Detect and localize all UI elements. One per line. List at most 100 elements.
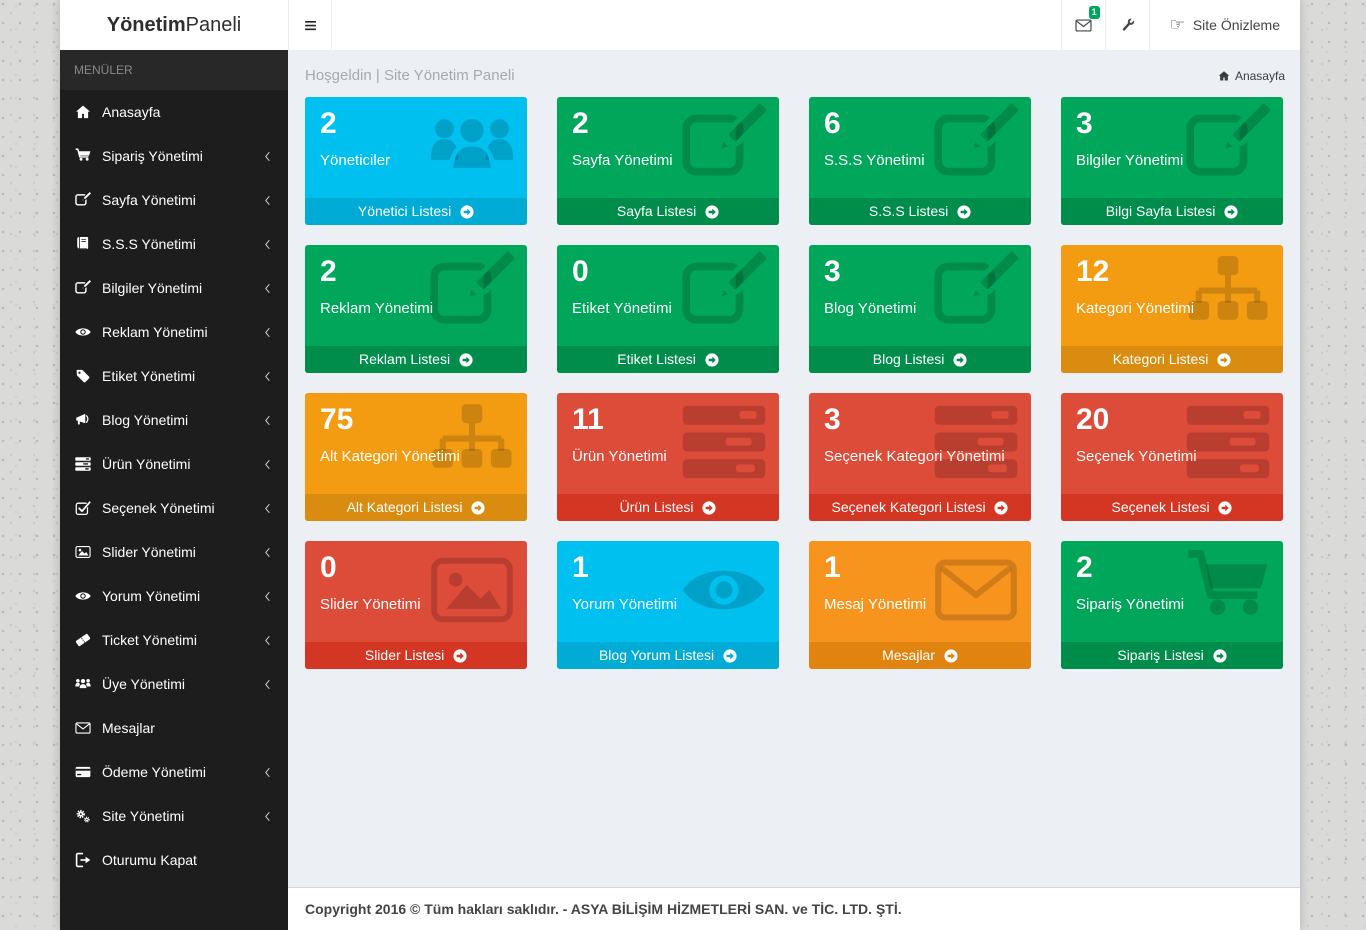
chevron-left-icon — [262, 195, 273, 206]
info-box-footer-link[interactable]: Sipariş Listesi — [1061, 642, 1283, 669]
sidebar-item[interactable]: Sayfa Yönetimi — [60, 178, 288, 222]
sidebar-item[interactable]: Site Yönetimi — [60, 794, 288, 838]
info-box-footer-link[interactable]: Sayfa Listesi — [557, 198, 779, 225]
sidebar-item-label: Etiket Yönetimi — [102, 368, 195, 384]
info-box-footer-link[interactable]: Bilgi Sayfa Listesi — [1061, 198, 1283, 225]
chevron-left-icon — [262, 239, 273, 250]
info-box-footer-label: Yönetici Listesi — [358, 203, 451, 219]
main-content: Hoşgeldin | Site Yönetim Paneli Anasayfa… — [288, 50, 1300, 930]
info-box-footer-label: S.S.S Listesi — [869, 203, 948, 219]
sidebar-item[interactable]: Etiket Yönetimi — [60, 354, 288, 398]
chevron-left-icon — [262, 503, 273, 514]
circle-arrow-right-icon — [460, 205, 474, 219]
info-box-label: Seçenek Yönetimi — [1076, 448, 1268, 465]
sidebar-item-label: Reklam Yönetimi — [102, 324, 208, 340]
settings-nav-button[interactable] — [1105, 0, 1149, 50]
info-box-footer-link[interactable]: Yönetici Listesi — [305, 198, 527, 225]
info-box-label: Reklam Yönetimi — [320, 300, 512, 317]
eye-icon — [75, 324, 91, 340]
info-box-count: 3 — [1076, 106, 1268, 142]
sidebar-item[interactable]: Oturumu Kapat — [60, 838, 288, 882]
info-box-label: Yorum Yönetimi — [572, 596, 764, 613]
info-box-footer-label: Sayfa Listesi — [617, 203, 696, 219]
site-preview-button[interactable]: ☞ Site Önizleme — [1149, 0, 1300, 50]
info-box-body: 6 S.S.S Yönetimi — [809, 97, 1031, 198]
sidebar-item[interactable]: Mesajlar — [60, 706, 288, 750]
sidebar-toggle-button[interactable] — [289, 0, 332, 50]
info-box-footer-link[interactable]: Alt Kategori Listesi — [305, 494, 527, 521]
info-box-footer-link[interactable]: Ürün Listesi — [557, 494, 779, 521]
sidebar-item[interactable]: Ürün Yönetimi — [60, 442, 288, 486]
info-box-label: Bilgiler Yönetimi — [1076, 152, 1268, 169]
circle-arrow-right-icon — [1218, 501, 1232, 515]
info-box-count: 3 — [824, 402, 1016, 438]
sidebar-item-label: Mesajlar — [102, 720, 155, 736]
info-box: 2 Yöneticiler Yönetici Listesi — [305, 97, 527, 225]
info-box-label: Seçenek Kategori Yönetimi — [824, 448, 1016, 465]
sidebar-item[interactable]: S.S.S Yönetimi — [60, 222, 288, 266]
circle-arrow-right-icon — [957, 205, 971, 219]
sidebar-item[interactable]: Slider Yönetimi — [60, 530, 288, 574]
sign-out-icon — [75, 852, 91, 868]
sidebar-item-label: Seçenek Yönetimi — [102, 500, 215, 516]
info-box: 0 Slider Yönetimi Slider Listesi — [305, 541, 527, 669]
sidebar-item[interactable]: Ödeme Yönetimi — [60, 750, 288, 794]
info-box-footer-link[interactable]: S.S.S Listesi — [809, 198, 1031, 225]
app-logo[interactable]: YönetimPaneli — [60, 0, 288, 50]
info-box-body: 2 Sayfa Yönetimi — [557, 97, 779, 198]
info-box-count: 12 — [1076, 254, 1268, 290]
sidebar-item[interactable]: Reklam Yönetimi — [60, 310, 288, 354]
chevron-left-icon — [262, 371, 273, 382]
info-box-footer-link[interactable]: Slider Listesi — [305, 642, 527, 669]
circle-arrow-right-icon — [702, 501, 716, 515]
info-box-label: Ürün Yönetimi — [572, 448, 764, 465]
info-box: 2 Sayfa Yönetimi Sayfa Listesi — [557, 97, 779, 225]
breadcrumb-home-link[interactable]: Anasayfa — [1218, 69, 1285, 83]
info-box-label: Yöneticiler — [320, 152, 512, 169]
info-box-footer-label: Blog Yorum Listesi — [599, 647, 714, 663]
info-box-footer-link[interactable]: Blog Listesi — [809, 346, 1031, 373]
page-footer: Copyright 2016 © Tüm hakları saklıdır. -… — [288, 887, 1300, 930]
sidebar-item[interactable]: Sipariş Yönetimi — [60, 134, 288, 178]
home-icon — [1218, 70, 1230, 82]
info-box-count: 20 — [1076, 402, 1268, 438]
info-box-count: 2 — [1076, 550, 1268, 586]
sidebar-item-label: Ödeme Yönetimi — [102, 764, 206, 780]
sidebar-item[interactable]: Üye Yönetimi — [60, 662, 288, 706]
sidebar-item-label: Üye Yönetimi — [102, 676, 185, 692]
chevron-left-icon — [262, 811, 273, 822]
envelope-icon — [75, 720, 91, 736]
info-box-footer-link[interactable]: Etiket Listesi — [557, 346, 779, 373]
info-box-body: 2 Reklam Yönetimi — [305, 245, 527, 346]
sidebar-item[interactable]: Anasayfa — [60, 90, 288, 134]
users-icon — [75, 676, 91, 692]
hand-pointer-icon: ☞ — [1170, 17, 1185, 34]
info-box-footer-link[interactable]: Mesajlar — [809, 642, 1031, 669]
info-box-footer-link[interactable]: Kategori Listesi — [1061, 346, 1283, 373]
info-box-body: 2 Yöneticiler — [305, 97, 527, 198]
sidebar-item[interactable]: Bilgiler Yönetimi — [60, 266, 288, 310]
messages-nav-button[interactable]: 1 — [1061, 0, 1105, 50]
info-box-count: 1 — [572, 550, 764, 586]
sidebar-item[interactable]: Yorum Yönetimi — [60, 574, 288, 618]
circle-arrow-right-icon — [1224, 205, 1238, 219]
chevron-left-icon — [262, 327, 273, 338]
info-box: 2 Sipariş Yönetimi Sipariş Listesi — [1061, 541, 1283, 669]
sidebar-item[interactable]: Seçenek Yönetimi — [60, 486, 288, 530]
sidebar-item[interactable]: Ticket Yönetimi — [60, 618, 288, 662]
info-box-body: 11 Ürün Yönetimi — [557, 393, 779, 494]
info-box-footer-link[interactable]: Seçenek Listesi — [1061, 494, 1283, 521]
breadcrumb-home-label: Anasayfa — [1235, 69, 1285, 83]
info-box-body: 12 Kategori Yönetimi — [1061, 245, 1283, 346]
info-box-body: 2 Sipariş Yönetimi — [1061, 541, 1283, 642]
info-box-body: 3 Blog Yönetimi — [809, 245, 1031, 346]
tasks-icon — [75, 456, 91, 472]
info-box-footer-link[interactable]: Seçenek Kategori Listesi — [809, 494, 1031, 521]
info-box-footer-link[interactable]: Reklam Listesi — [305, 346, 527, 373]
sidebar-item[interactable]: Blog Yönetimi — [60, 398, 288, 442]
sidebar-menu: Anasayfa Sipariş Yönetimi Sayfa Yönetimi — [60, 90, 288, 882]
cart-icon — [75, 148, 91, 164]
info-box-footer-link[interactable]: Blog Yorum Listesi — [557, 642, 779, 669]
sidebar-item-label: Slider Yönetimi — [102, 544, 196, 560]
info-box-footer-label: Etiket Listesi — [617, 351, 696, 367]
